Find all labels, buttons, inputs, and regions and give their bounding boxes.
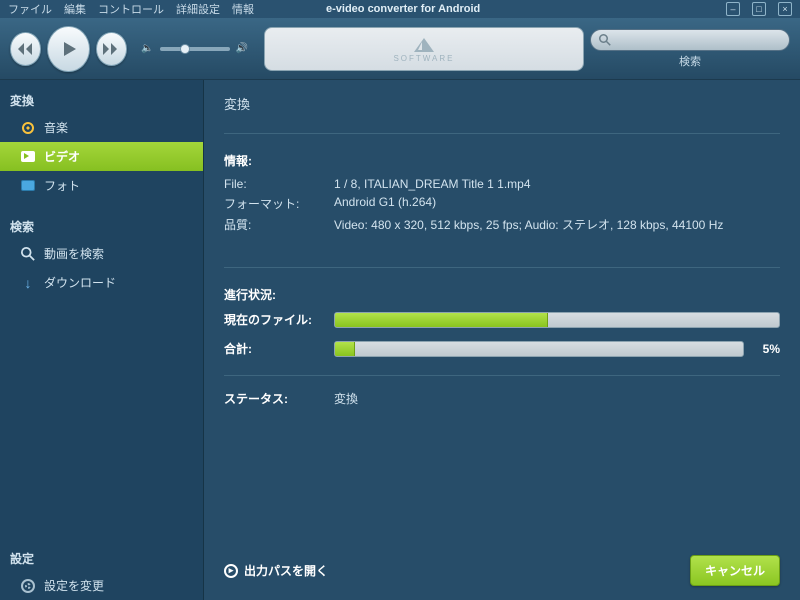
rewind-button[interactable] (10, 32, 41, 66)
sidebar-item-video[interactable]: ビデオ (0, 142, 203, 171)
menubar: ファイル 編集 コントロール 詳細設定 情報 e-video converter… (0, 0, 800, 18)
progress-bar-current (334, 312, 780, 328)
panel-title: 変換 (224, 94, 780, 113)
sidebar: 変換 音楽 ビデオ フォト 検索 動画を検索 ↓ダウンロード 設定 設定を変更 (0, 80, 204, 600)
play-button[interactable] (47, 26, 89, 72)
menu-advanced[interactable]: 詳細設定 (176, 1, 220, 17)
volume-high-icon: 🔊 (236, 43, 248, 54)
menu-edit[interactable]: 編集 (64, 1, 86, 17)
progress-current: 現在のファイル: (224, 311, 780, 328)
arrow-right-icon: ▸ (224, 564, 238, 578)
sidebar-section-convert: 変換 (0, 86, 203, 113)
download-icon: ↓ (20, 275, 36, 291)
logo-icon: SOFTWARE (393, 34, 454, 63)
status-row: ステータス: 変換 (224, 390, 780, 407)
sidebar-item-download[interactable]: ↓ダウンロード (0, 268, 203, 297)
sidebar-section-settings: 設定 (0, 544, 203, 571)
main-panel: 変換 情報: File:1 / 8, ITALIAN_DREAM Title 1… (204, 80, 800, 600)
cancel-button[interactable]: キャンセル (690, 555, 780, 586)
info-row-quality: 品質:Video: 480 x 320, 512 kbps, 25 fps; A… (224, 216, 780, 233)
close-button[interactable]: × (778, 2, 792, 16)
sidebar-item-music[interactable]: 音楽 (0, 113, 203, 142)
search-input[interactable] (590, 29, 790, 51)
progress-total-pct: 5% (744, 342, 780, 356)
display-panel: SOFTWARE (264, 27, 584, 71)
toolbar: 🔈 🔊 SOFTWARE 検索 (0, 18, 800, 80)
video-icon (20, 149, 36, 165)
magnifier-icon (20, 246, 36, 262)
info-row-format: フォーマット:Android G1 (h.264) (224, 195, 780, 212)
photo-icon (20, 178, 36, 194)
progress-total: 合計: 5% (224, 340, 780, 357)
search-label: 検索 (679, 53, 701, 69)
info-label: 情報: (224, 152, 780, 169)
info-row-file: File:1 / 8, ITALIAN_DREAM Title 1 1.mp4 (224, 177, 780, 191)
sidebar-section-search: 検索 (0, 212, 203, 239)
forward-button[interactable] (96, 32, 127, 66)
sidebar-item-search-video[interactable]: 動画を検索 (0, 239, 203, 268)
open-output-path[interactable]: ▸ 出力パスを開く (224, 562, 328, 579)
volume-slider[interactable]: 🔈 🔊 (141, 43, 248, 54)
progress-label: 進行状況: (224, 286, 780, 303)
sidebar-item-change-settings[interactable]: 設定を変更 (0, 571, 203, 600)
minimize-button[interactable]: – (726, 2, 740, 16)
menu-info[interactable]: 情報 (232, 1, 254, 17)
music-icon (20, 120, 36, 136)
sidebar-item-photo[interactable]: フォト (0, 171, 203, 200)
progress-bar-total (334, 341, 744, 357)
gear-icon (20, 578, 36, 594)
menu-file[interactable]: ファイル (8, 1, 52, 17)
menu-control[interactable]: コントロール (98, 1, 164, 17)
search-icon (599, 34, 611, 46)
volume-low-icon: 🔈 (141, 43, 153, 54)
maximize-button[interactable]: □ (752, 2, 766, 16)
app-title: e-video converter for Android (326, 3, 480, 15)
